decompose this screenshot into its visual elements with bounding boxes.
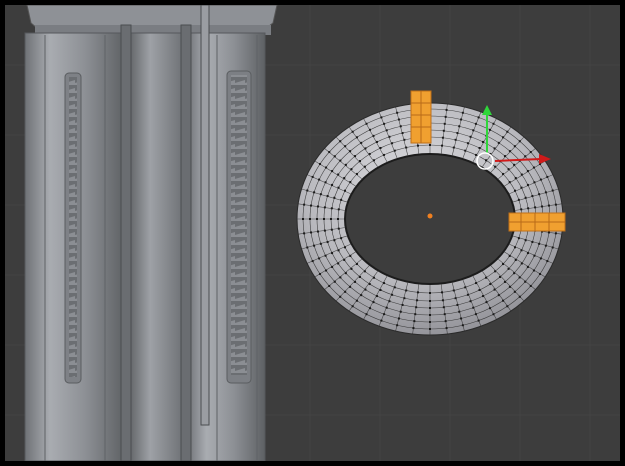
cylinder-object[interactable]: [24, 5, 278, 461]
viewport-canvas[interactable]: [5, 5, 620, 461]
gizmo-y-arrow-icon[interactable]: [482, 105, 492, 115]
torus-object[interactable]: [296, 90, 566, 336]
selected-face-top[interactable]: [410, 90, 432, 144]
object-origin-dot: [427, 213, 433, 219]
selected-face-right[interactable]: [508, 212, 566, 232]
3d-viewport[interactable]: [5, 5, 620, 461]
screenshot-frame: [0, 0, 625, 466]
